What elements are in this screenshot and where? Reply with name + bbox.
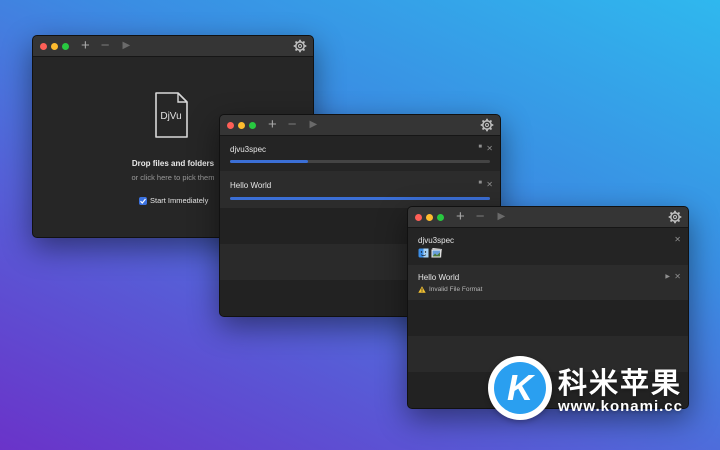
- close-window-button[interactable]: [415, 213, 422, 221]
- list-item[interactable]: djvu3spec ■ ✕: [220, 136, 500, 171]
- add-button[interactable]: +: [81, 36, 90, 56]
- add-button[interactable]: +: [456, 207, 465, 227]
- play-button[interactable]: ▶: [665, 273, 670, 280]
- finder-icon[interactable]: [418, 248, 429, 258]
- checkmark-icon: [140, 198, 146, 204]
- progress-fill: [230, 197, 490, 200]
- add-button[interactable]: +: [268, 115, 277, 135]
- remove-item-button[interactable]: ✕: [674, 272, 681, 281]
- start-immediately-option[interactable]: Start Immediately: [139, 196, 208, 205]
- close-window-button[interactable]: [227, 121, 234, 129]
- titlebar: + − ▶: [408, 207, 688, 228]
- gear-icon[interactable]: [668, 210, 682, 224]
- remove-item-button[interactable]: ✕: [486, 180, 493, 189]
- minimize-window-button[interactable]: [51, 42, 58, 50]
- start-button[interactable]: ▶: [123, 36, 131, 56]
- preview-icon[interactable]: [431, 248, 442, 258]
- watermark-logo: K: [488, 356, 552, 420]
- djvu-file-icon: DjVu: [154, 92, 188, 138]
- stop-button[interactable]: ■: [478, 180, 482, 186]
- close-window-button[interactable]: [40, 42, 47, 50]
- gear-icon[interactable]: [293, 39, 307, 53]
- titlebar: + − ▶: [33, 36, 313, 57]
- watermark: K 科米苹果 www.konami.cc: [488, 354, 720, 424]
- list-item[interactable]: Hello World ▶ ✕ Invalid File Format: [408, 265, 688, 300]
- start-immediately-label: Start Immediately: [150, 196, 209, 205]
- start-button[interactable]: ▶: [498, 207, 506, 227]
- remove-button[interactable]: −: [476, 207, 485, 227]
- empty-row: [408, 300, 688, 336]
- item-name: djvu3spec: [418, 236, 455, 245]
- list-item[interactable]: Hello World ■ ✕: [220, 171, 500, 208]
- progress-bar: [230, 160, 490, 163]
- gear-icon[interactable]: [480, 118, 494, 132]
- zoom-window-button[interactable]: [62, 42, 69, 50]
- watermark-url: www.konami.cc: [558, 398, 683, 415]
- traffic-lights: [227, 121, 256, 129]
- remove-button[interactable]: −: [101, 36, 110, 56]
- minimize-window-button[interactable]: [238, 121, 245, 129]
- file-type-label: DjVu: [160, 111, 182, 122]
- item-name: Hello World: [230, 181, 272, 190]
- start-immediately-checkbox[interactable]: [139, 196, 147, 205]
- traffic-lights: [415, 213, 444, 221]
- watermark-brand: 科米苹果: [558, 368, 683, 400]
- start-button[interactable]: ▶: [310, 115, 318, 135]
- zoom-window-button[interactable]: [249, 121, 256, 129]
- zoom-window-button[interactable]: [437, 213, 444, 221]
- progress-bar: [230, 197, 490, 200]
- item-name: Hello World: [418, 273, 460, 282]
- titlebar: + − ▶: [220, 115, 500, 136]
- item-name: djvu3spec: [230, 145, 267, 154]
- status-text: Invalid File Format: [429, 286, 483, 293]
- list-item[interactable]: djvu3spec ✕: [408, 228, 688, 265]
- remove-button[interactable]: −: [288, 115, 297, 135]
- minimize-window-button[interactable]: [426, 213, 433, 221]
- progress-fill: [230, 160, 308, 163]
- remove-item-button[interactable]: ✕: [674, 235, 681, 244]
- warning-icon: [418, 286, 426, 293]
- traffic-lights: [40, 42, 69, 50]
- stop-button[interactable]: ■: [478, 144, 482, 150]
- remove-item-button[interactable]: ✕: [486, 144, 493, 153]
- watermark-logo-letter: K: [507, 367, 533, 408]
